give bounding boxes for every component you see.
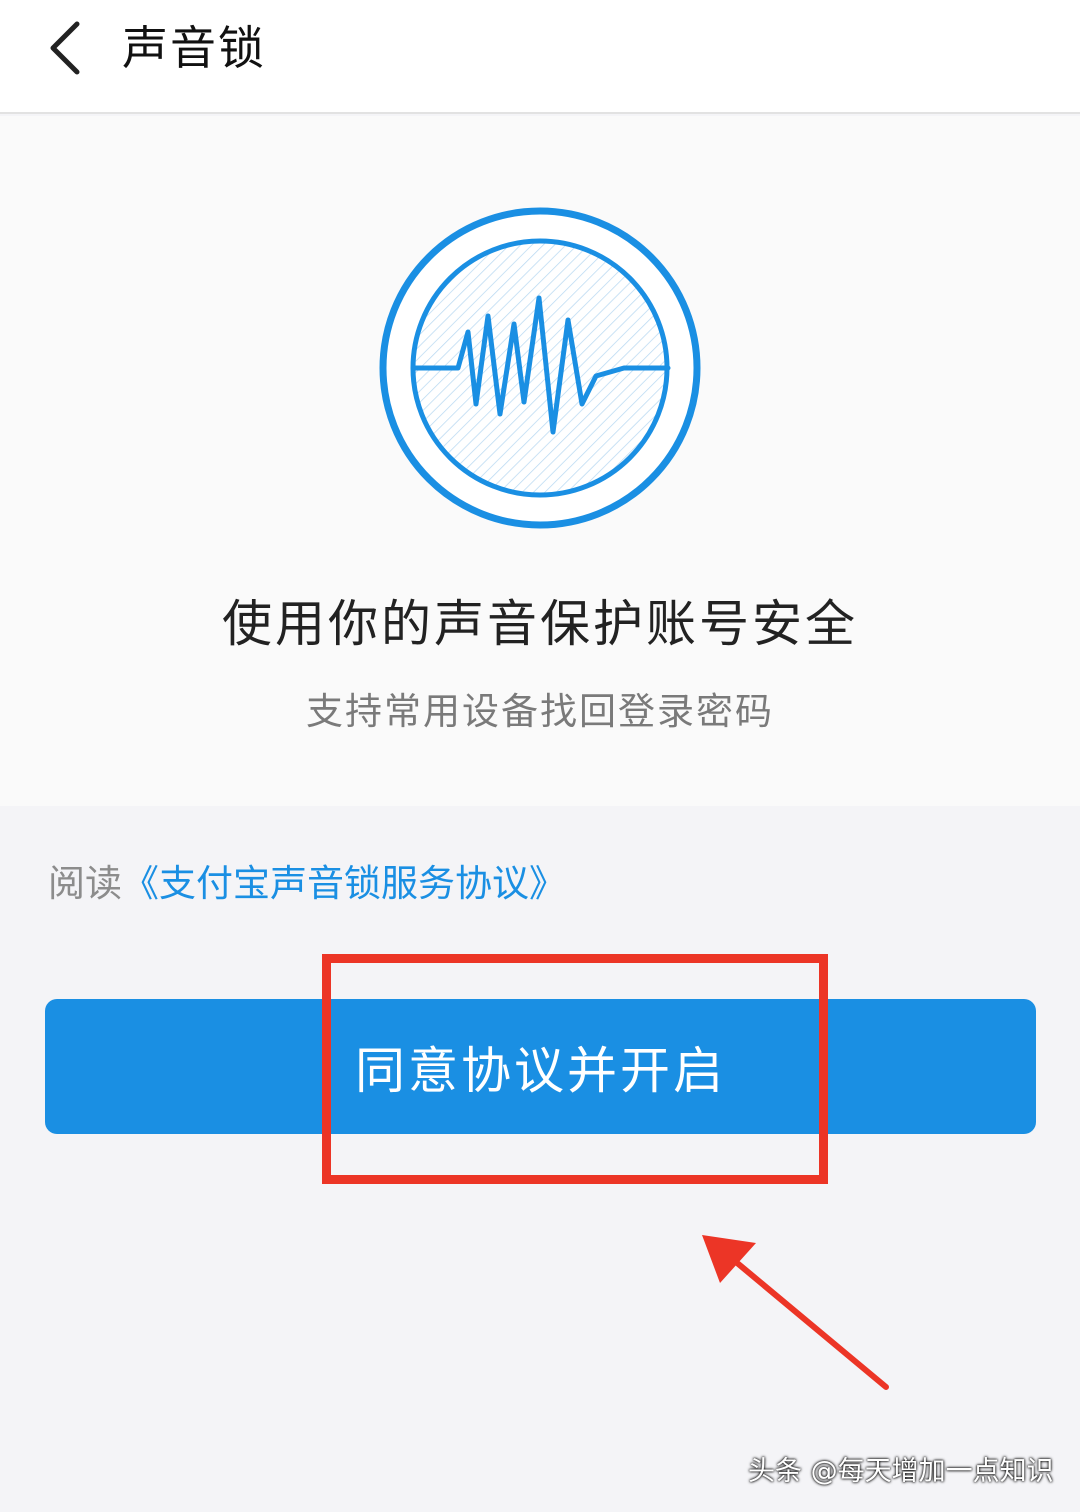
hero-title: 使用你的声音保护账号安全 — [222, 595, 858, 653]
screen: 声音锁 使用你的声音保护账号安全 支持常用设备找回登录密码 阅读《支付宝声音锁服… — [0, 0, 1080, 1512]
hero-section: 使用你的声音保护账号安全 支持常用设备找回登录密码 — [0, 116, 1080, 806]
agree-and-enable-button[interactable]: 同意协议并开启 — [45, 999, 1036, 1134]
action-section: 阅读《支付宝声音锁服务协议》 同意协议并开启 — [0, 806, 1080, 1512]
navigation-bar: 声音锁 — [0, 0, 1080, 114]
agree-and-enable-label: 同意协议并开启 — [355, 1041, 726, 1100]
watermark-text: 头条 @每天增加一点知识 — [748, 1456, 1054, 1487]
agreement-line: 阅读《支付宝声音锁服务协议》 — [48, 856, 566, 912]
back-button[interactable] — [30, 18, 100, 78]
page-title: 声音锁 — [122, 21, 266, 75]
hero-subtitle: 支持常用设备找回登录密码 — [306, 690, 774, 733]
arrow-annotation-icon — [702, 1235, 889, 1390]
sound-wave-icon — [379, 207, 701, 529]
chevron-left-icon — [50, 21, 80, 75]
agreement-prefix: 阅读 — [48, 862, 122, 905]
agreement-link[interactable]: 《支付宝声音锁服务协议》 — [122, 862, 566, 905]
